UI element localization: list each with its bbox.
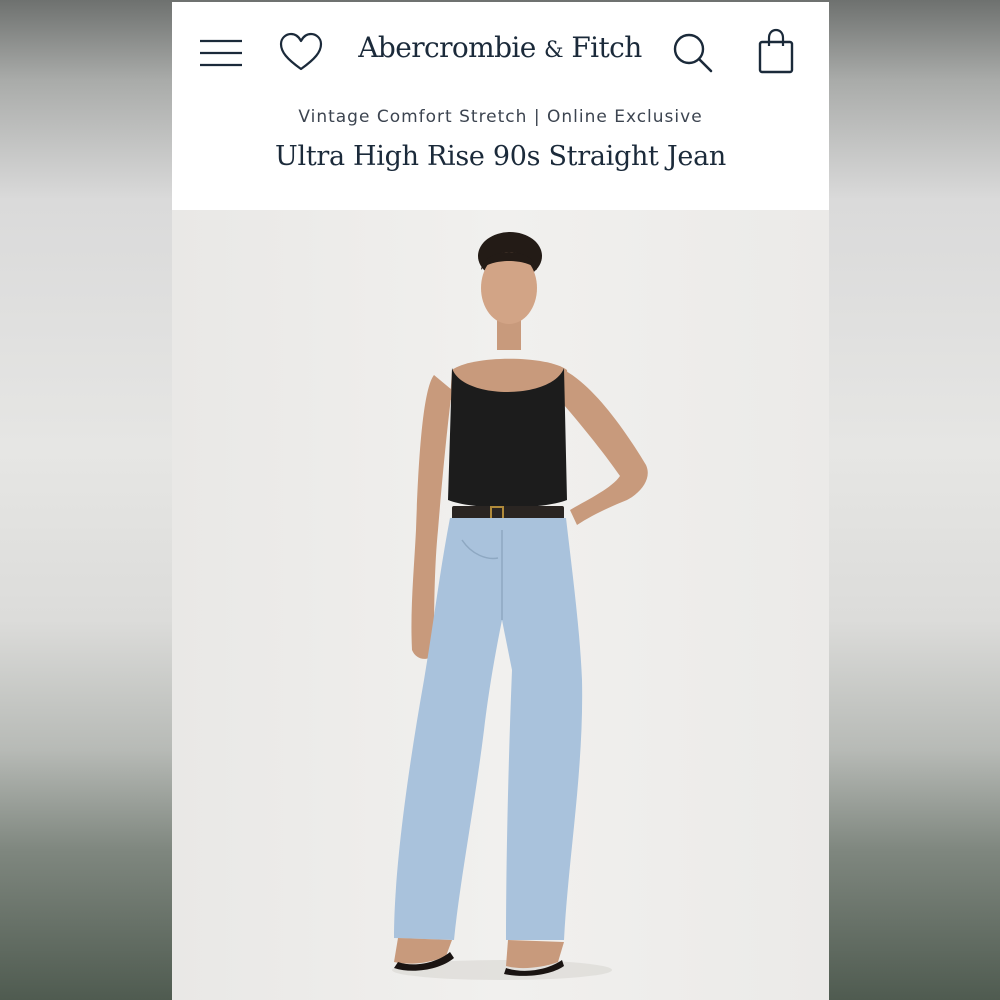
brand-ampersand: & [544,38,564,63]
app-screen: Abercrombie & Fitch Vintage Comfort Stre… [172,2,829,1000]
site-header: Abercrombie & Fitch Vintage Comfort Stre… [172,2,829,210]
product-title: Ultra High Rise 90s Straight Jean [275,141,726,172]
model-illustration [392,232,648,980]
brand-name: Abercrombie [358,31,536,64]
product-image[interactable] [172,210,829,1000]
heart-icon[interactable] [278,32,324,74]
brand-logo[interactable]: Abercrombie & Fitch [322,28,678,71]
brand-name-2: Fitch [571,31,642,64]
search-icon[interactable] [670,30,716,76]
shopping-bag-icon[interactable] [756,28,798,76]
product-collection-label: Vintage Comfort Stretch | Online Exclusi… [298,107,703,127]
hamburger-menu-icon[interactable] [198,32,244,74]
